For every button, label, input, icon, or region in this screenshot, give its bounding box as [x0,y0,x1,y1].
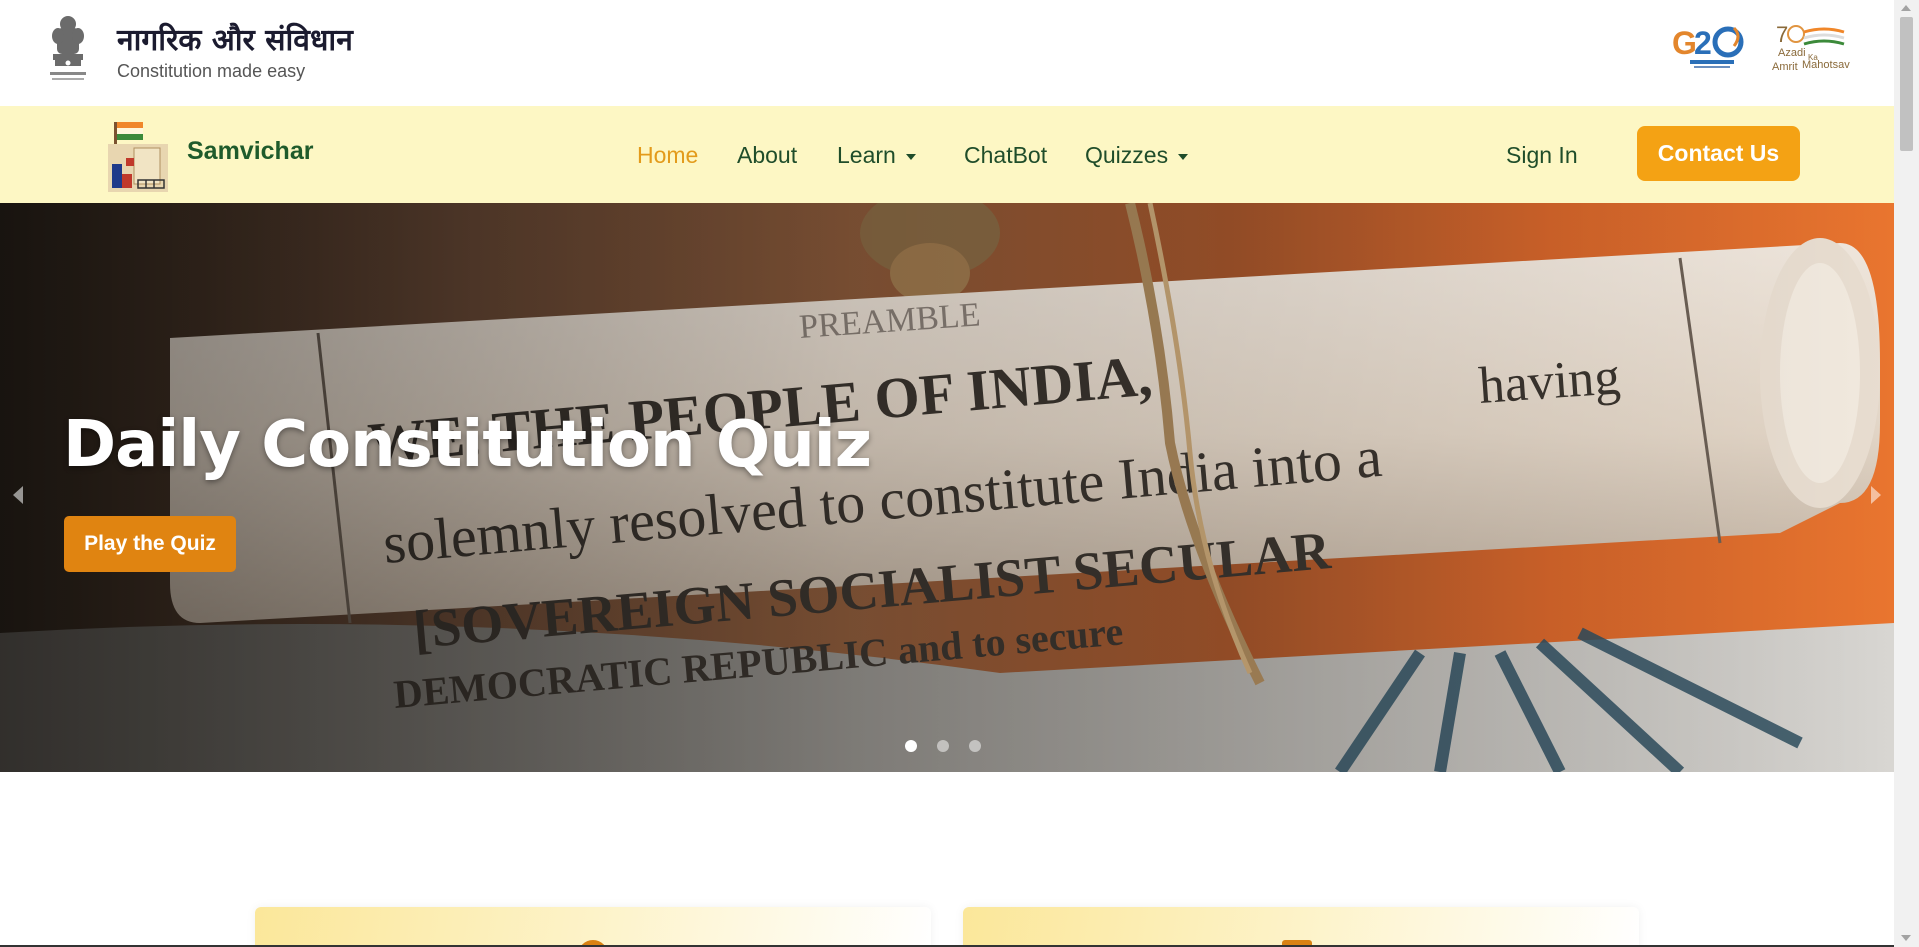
svg-text:Azadi: Azadi [1778,47,1806,59]
top-header: नागरिक और संविधान Constitution made easy… [0,0,1894,106]
g20-logo: G 2 [1672,25,1744,68]
contact-us-button[interactable]: Contact Us [1637,126,1800,181]
scrollbar-thumb[interactable] [1900,17,1913,151]
page-scrollbar[interactable] [1894,0,1919,947]
svg-text:7: 7 [1776,22,1788,47]
nav-chatbot[interactable]: ChatBot [964,142,1047,169]
svg-text:Mahotsav: Mahotsav [1802,59,1850,71]
play-quiz-button[interactable]: Play the Quiz [64,516,236,572]
azadi-ka-amrit-mahotsav-logo: 7 Azadi Ka Amrit Mahotsav [1772,22,1850,73]
samvichar-logo[interactable] [104,118,174,194]
nav-home[interactable]: Home [637,142,698,169]
scroll-up-arrow-icon[interactable] [1901,5,1911,11]
carousel-dot-3[interactable] [969,740,981,752]
main-navbar: Samvichar Home About Learn ChatBot Quizz… [0,106,1894,203]
nav-learn-dropdown[interactable]: Learn [837,142,916,169]
hero-title: Daily Constitution Quiz [63,408,872,482]
chevron-right-icon [1871,486,1881,504]
caret-down-icon [905,153,916,160]
feature-card[interactable] [963,907,1639,947]
sign-in-link[interactable]: Sign In [1506,142,1578,169]
site-subtitle: Constitution made easy [117,61,306,81]
nav-learn-label: Learn [837,142,896,168]
carousel-dot-1[interactable] [905,740,917,752]
carousel-dot-2[interactable] [937,740,949,752]
page: नागरिक और संविधान Constitution made easy… [0,0,1919,947]
carousel-prev-button[interactable] [6,475,30,515]
hero-overlay [0,203,1894,772]
carousel-indicators [905,740,981,752]
national-emblem-icon [50,16,86,80]
chevron-left-icon [13,486,23,504]
svg-text:Amrit: Amrit [1772,61,1798,73]
caret-down-icon [1178,153,1189,160]
nav-quizzes-label: Quizzes [1085,142,1169,168]
site-title: नागरिक और संविधान [117,23,353,58]
nav-quizzes-dropdown[interactable]: Quizzes [1085,142,1189,169]
scroll-down-arrow-icon[interactable] [1901,935,1911,941]
brand-name[interactable]: Samvichar [187,137,313,166]
svg-text:2: 2 [1694,25,1712,61]
hero-carousel: PREAMBLE WE, THE PEOPLE OF INDIA, having… [0,203,1894,772]
feature-card[interactable] [255,907,931,947]
nav-about[interactable]: About [737,142,797,169]
carousel-next-button[interactable] [1864,475,1888,515]
